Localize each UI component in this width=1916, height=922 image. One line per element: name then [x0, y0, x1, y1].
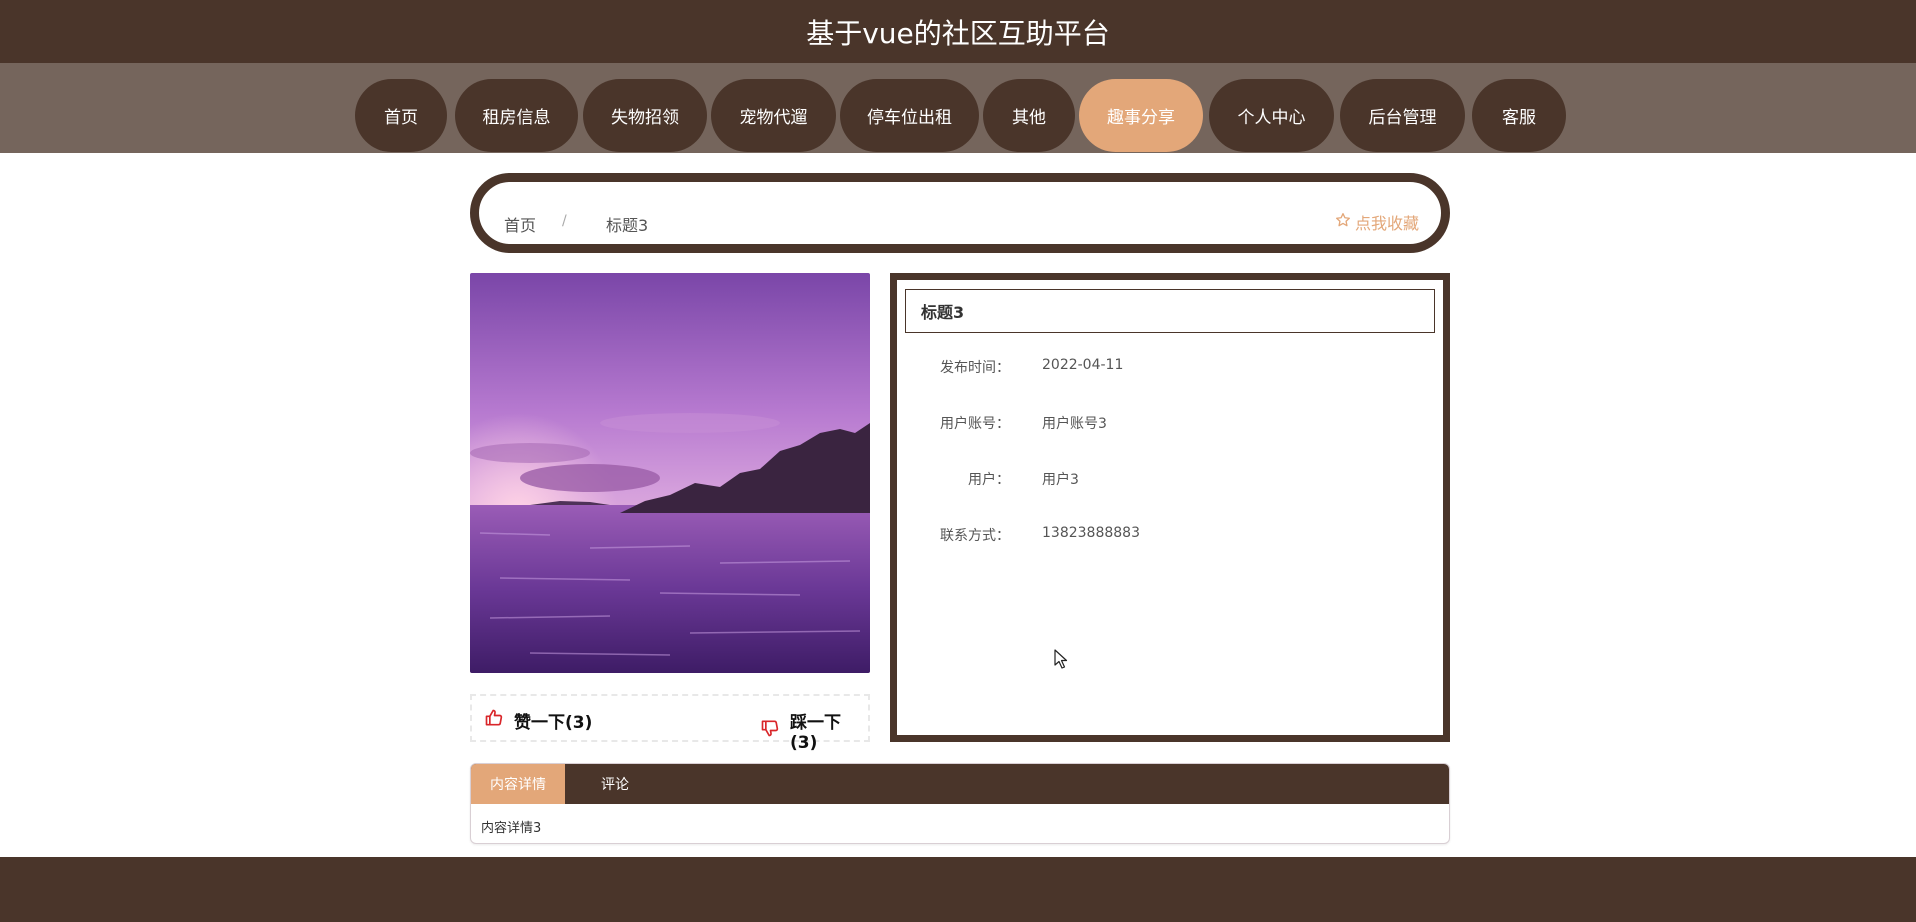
info-label: 联系方式： [940, 528, 1010, 544]
nav-item-rental[interactable]: 租房信息 [455, 79, 578, 152]
breadcrumb: 首页 / 标题3 点我收藏 [470, 173, 1450, 253]
mouse-pointer-icon [1054, 649, 1068, 673]
tab-comments[interactable]: 评论 [565, 764, 665, 804]
nav-item-home[interactable]: 首页 [355, 79, 447, 152]
info-row-user: 用户： 用户3 [897, 469, 1443, 489]
tab-content-detail[interactable]: 内容详情 [471, 764, 565, 804]
favorite-button[interactable]: 点我收藏 [1335, 210, 1419, 234]
info-row-account: 用户账号： 用户账号3 [897, 413, 1443, 433]
vote-bar: 赞一下(3) 踩一下(3) [470, 694, 870, 753]
nav-item-lost-found[interactable]: 失物招领 [583, 79, 707, 152]
nav-item-fun-share[interactable]: 趣事分享 [1079, 79, 1203, 152]
tab-content-text: 内容详情3 [481, 821, 542, 836]
post-title: 标题3 [905, 289, 1435, 333]
dislike-label: 踩一下(3) [790, 713, 841, 753]
top-header: 基于vue的社区互助平台 [0, 0, 1916, 63]
nav-item-customer-service[interactable]: 客服 [1472, 79, 1566, 152]
info-value: 13823888883 [1042, 525, 1140, 541]
nav-item-personal-center[interactable]: 个人中心 [1209, 79, 1334, 152]
like-label: 赞一下(3) [514, 713, 593, 733]
breadcrumb-home-link[interactable]: 首页 [504, 212, 536, 236]
info-value: 用户3 [1042, 472, 1079, 488]
info-row-contact: 联系方式： 13823888883 [897, 525, 1443, 545]
breadcrumb-current: 标题3 [606, 216, 649, 235]
site-title: 基于vue的社区互助平台 [806, 16, 1110, 50]
dislike-button[interactable]: 踩一下(3) [760, 708, 868, 753]
thumbs-down-icon [760, 718, 780, 743]
thumbs-up-icon [484, 708, 504, 733]
info-label: 发布时间： [940, 360, 1010, 376]
favorite-label: 点我收藏 [1354, 214, 1419, 233]
breadcrumb-separator: / [562, 213, 567, 229]
content-tabs: 内容详情 评论 内容详情3 [470, 763, 1450, 844]
post-detail-panel: 标题3 发布时间： 2022-04-11 用户账号： 用户账号3 用户： 用户3… [890, 273, 1450, 742]
nav-item-admin[interactable]: 后台管理 [1340, 79, 1465, 152]
nav-item-other[interactable]: 其他 [983, 79, 1075, 152]
info-row-publish-time: 发布时间： 2022-04-11 [897, 357, 1443, 377]
info-value: 用户账号3 [1042, 416, 1107, 432]
info-label: 用户账号： [940, 416, 1010, 432]
nav-item-pet-walking[interactable]: 宠物代遛 [711, 79, 836, 152]
tab-header: 内容详情 评论 [471, 764, 1449, 804]
info-value: 2022-04-11 [1042, 357, 1124, 373]
post-image [470, 273, 870, 673]
info-label: 用户： [968, 472, 1010, 488]
main-nav: 首页 租房信息 失物招领 宠物代遛 停车位出租 其他 趣事分享 个人中心 后台管… [0, 63, 1916, 153]
like-button[interactable]: 赞一下(3) [484, 708, 592, 733]
star-outline-icon [1335, 212, 1351, 232]
nav-item-parking[interactable]: 停车位出租 [840, 79, 979, 152]
page-footer [0, 857, 1916, 922]
